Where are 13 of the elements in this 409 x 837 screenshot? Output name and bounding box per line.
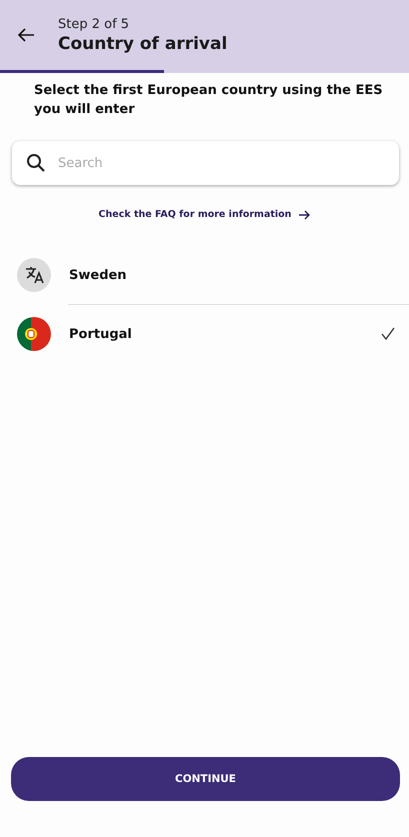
translate-icon (17, 258, 51, 292)
checkmark-icon (381, 327, 395, 341)
page-title: Country of arrival (58, 34, 228, 54)
country-item[interactable]: Portugal (0, 305, 409, 363)
search-icon (26, 153, 46, 173)
instruction-text: Select the first European country using the EES you will enter (34, 82, 384, 119)
continue-button[interactable]: CONTINUE (11, 757, 400, 801)
arrow-icon (299, 210, 310, 220)
country-item[interactable]: Sweden (0, 246, 409, 304)
portugal-flag-icon (17, 317, 51, 351)
step-counter: Step 2 of 5 (58, 16, 130, 32)
faq-link[interactable]: Check the FAQ for more information (98, 209, 310, 220)
search-field[interactable]: Search (56, 154, 385, 172)
